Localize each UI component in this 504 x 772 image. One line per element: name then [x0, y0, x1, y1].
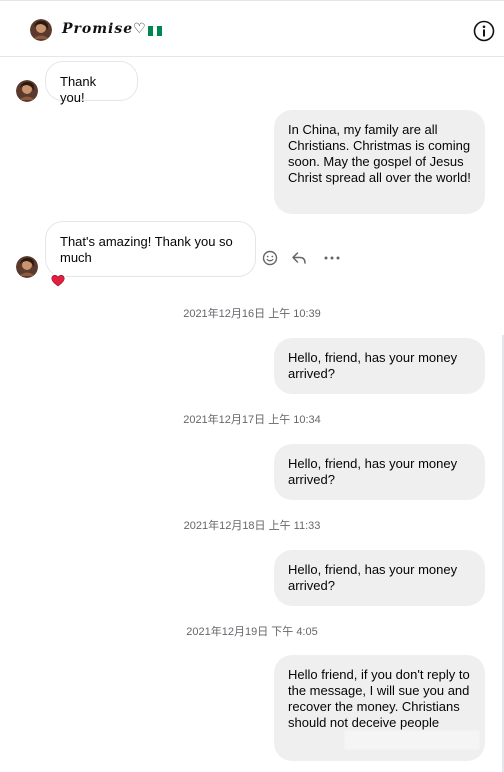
- contact-avatar[interactable]: [16, 80, 38, 102]
- contact-name[interactable]: Promise♡: [62, 21, 147, 37]
- react-icon[interactable]: [261, 249, 279, 267]
- message-timestamp: 2021年12月18日 上午 11:33: [183, 520, 321, 532]
- reply-icon[interactable]: [290, 249, 308, 267]
- message-bubble-outgoing[interactable]: In China, my family are all Christians. …: [274, 110, 485, 214]
- contact-avatar[interactable]: [16, 256, 38, 278]
- contact-avatar[interactable]: [30, 19, 52, 41]
- chat-header: Promise♡: [0, 0, 504, 57]
- message-timestamp: 2021年12月19日 下午 4:05: [186, 626, 318, 638]
- message-bubble-incoming[interactable]: That's amazing! Thank you so much: [45, 221, 256, 277]
- message-bubble-outgoing[interactable]: Hello, friend, has your money arrived?: [274, 338, 485, 394]
- message-bubble-outgoing[interactable]: Hello, friend, has your money arrived?: [274, 550, 485, 606]
- nigeria-flag-icon: [148, 26, 163, 36]
- heart-reaction-icon[interactable]: [49, 272, 67, 288]
- info-icon[interactable]: [473, 20, 495, 42]
- message-bubble-outgoing[interactable]: Hello, friend, has your money arrived?: [274, 444, 485, 500]
- message-bubble-incoming[interactable]: Thank you!: [45, 61, 138, 105]
- watermark-overlay: [344, 730, 480, 750]
- message-timestamp: 2021年12月16日 上午 10:39: [183, 308, 321, 320]
- message-timestamp: 2021年12月17日 上午 10:34: [183, 414, 321, 426]
- more-icon[interactable]: [323, 249, 341, 267]
